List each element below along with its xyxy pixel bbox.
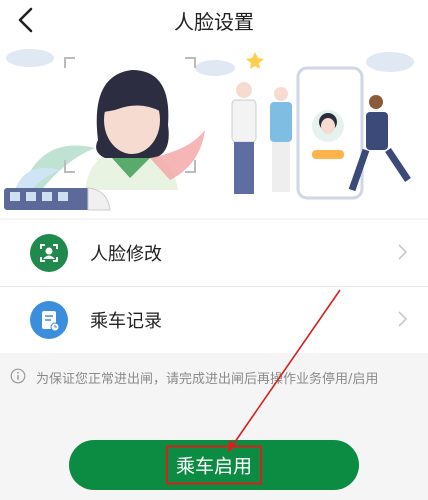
face-illustration xyxy=(4,49,414,211)
menu-item-label: 乘车记录 xyxy=(90,311,162,332)
app-header: 人脸设置 xyxy=(0,0,428,40)
menu-item-ride-records[interactable]: 乘车记录 xyxy=(0,287,428,353)
chevron-right-icon xyxy=(398,244,408,260)
ride-enable-button-label: 乘车启用 xyxy=(165,445,263,485)
face-scan-icon xyxy=(30,234,68,272)
chevron-right-icon xyxy=(398,311,408,327)
ride-enable-button[interactable]: 乘车启用 xyxy=(69,440,359,490)
notice: 为保证您正常进出闸，请完成进出闸后再操作业务停用/启用 xyxy=(10,366,420,390)
info-icon xyxy=(10,368,26,384)
ride-record-icon xyxy=(30,301,68,339)
face-illustration-banner xyxy=(0,40,428,218)
page-title: 人脸设置 xyxy=(174,10,254,34)
notice-text: 为保证您正常进出闸，请完成进出闸后再操作业务停用/启用 xyxy=(36,372,379,387)
settings-menu: 人脸修改 乘车记录 xyxy=(0,220,428,353)
menu-item-label: 人脸修改 xyxy=(90,244,162,265)
menu-item-face-modify[interactable]: 人脸修改 xyxy=(0,220,428,287)
